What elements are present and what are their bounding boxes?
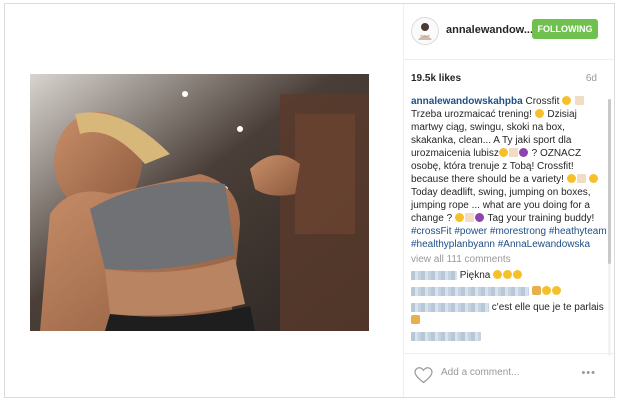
more-options-icon[interactable]: •••	[581, 367, 596, 379]
post-age: 6d	[585, 73, 597, 84]
heart-eyes-icon	[513, 270, 523, 279]
avatar-image	[418, 23, 432, 40]
comment-item	[411, 330, 607, 343]
flexed-biceps-icon	[551, 286, 561, 295]
flexed-biceps-icon	[566, 174, 576, 183]
post-header: annalewandow... FOLLOWING	[404, 4, 614, 60]
caption-text-2: Trzeba urozmaicać trening!	[411, 109, 532, 120]
caption-text-1: Crossfit	[525, 96, 560, 107]
blurred-username	[411, 270, 457, 280]
blurred-username	[411, 302, 489, 312]
likes-count[interactable]: 19.5k likes	[411, 73, 461, 84]
emoji-icon	[576, 174, 586, 183]
comment-item: c'est elle que je te parlais	[411, 301, 607, 327]
likes-row: 19.5k likes 6d	[411, 73, 597, 85]
caption: annalewandowskahpba Crossfit Trzeba uroz…	[411, 95, 607, 251]
add-comment-input[interactable]	[441, 367, 571, 378]
comment-text: Piękna	[459, 270, 491, 281]
blurred-comment	[411, 286, 529, 296]
emoji-icon	[508, 148, 518, 157]
grinning-face-icon	[541, 286, 551, 295]
smiling-devil-icon	[518, 148, 528, 157]
comment-item: Piękna	[411, 269, 607, 282]
comment-text: c'est elle que je te parlais	[491, 302, 604, 313]
following-button[interactable]: FOLLOWING	[532, 19, 598, 39]
post-photo-image	[30, 74, 369, 331]
post-photo[interactable]	[30, 74, 369, 331]
caption-hashtags-1[interactable]: #crossFit #power #morestrong	[411, 226, 546, 237]
profile-avatar[interactable]	[411, 17, 439, 45]
caption-text-6: Tag your training buddy!	[487, 213, 595, 224]
heart-eyes-icon	[493, 270, 503, 279]
comments-scrollbar[interactable]	[608, 99, 611, 356]
emoji-icon	[574, 96, 584, 105]
post-footer: •••	[404, 353, 614, 397]
comment-item	[411, 285, 607, 298]
blurred-comment	[411, 331, 481, 341]
smiling-devil-icon	[474, 213, 484, 222]
clapping-hands-icon	[498, 148, 508, 157]
caption-hashtags-3[interactable]: #AnnaLewandowska	[498, 239, 590, 250]
thumbs-up-icon	[531, 286, 541, 295]
media-pane	[5, 4, 404, 397]
caption-username[interactable]: annalewandowskahpba	[411, 96, 523, 107]
see-no-evil-monkey-icon	[411, 315, 420, 324]
smiling-face-icon	[589, 174, 599, 183]
comments-list: annalewandowskahpba Crossfit Trzeba uroz…	[411, 95, 607, 343]
smiling-face-icon	[534, 109, 544, 118]
emoji-icon	[464, 213, 474, 222]
post-modal: annalewandow... FOLLOWING 19.5k likes 6d…	[4, 3, 615, 398]
flexed-biceps-icon	[562, 96, 572, 105]
heart-eyes-icon	[503, 270, 513, 279]
view-all-comments-link[interactable]: view all 111 comments	[411, 253, 607, 266]
post-author-username[interactable]: annalewandow...	[446, 24, 533, 36]
heart-icon[interactable]	[414, 367, 433, 384]
clapping-hands-icon	[454, 213, 464, 222]
post-sidebar: annalewandow... FOLLOWING 19.5k likes 6d…	[404, 4, 614, 397]
scrollbar-thumb[interactable]	[608, 99, 611, 264]
